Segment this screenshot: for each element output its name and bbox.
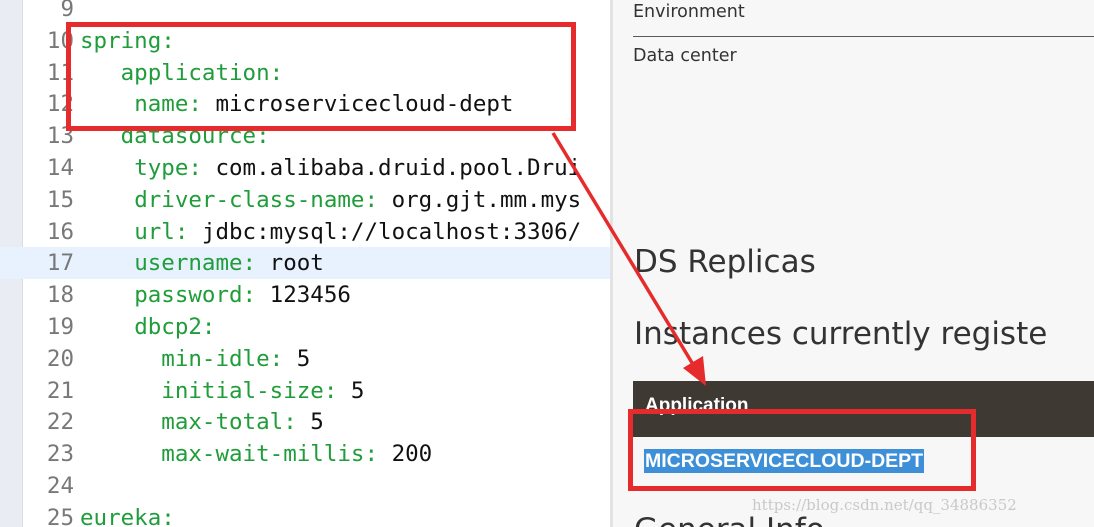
instances-heading: Instances currently registe	[634, 316, 1048, 352]
general-info-heading: General Info	[634, 512, 825, 527]
yaml-key: username:	[134, 250, 257, 277]
code-text: driver-class-name: org.gjt.mm.mys	[80, 184, 581, 216]
yaml-key: type:	[134, 155, 202, 181]
line-number: 24	[46, 473, 74, 499]
yaml-key: initial-size:	[161, 377, 338, 404]
yaml-value: com.alibaba.druid.pool.Drui	[201, 155, 582, 181]
line-number: 16	[46, 218, 74, 245]
line-number: 14	[46, 155, 74, 181]
code-text: eureka:	[80, 502, 175, 527]
line-number: 19	[46, 314, 74, 340]
code-line-24[interactable]: 24	[0, 470, 610, 502]
yaml-value: 5	[296, 409, 324, 436]
code-text: username: root	[80, 247, 324, 279]
yaml-key: dbcp2:	[134, 314, 216, 340]
line-number: 12	[46, 91, 74, 118]
yaml-key: driver-class-name:	[134, 186, 379, 213]
line-number: 21	[46, 377, 74, 404]
yaml-value: 5	[337, 377, 365, 404]
line-number: 18	[46, 282, 74, 309]
line-number: 13	[46, 123, 74, 150]
code-text: url: jdbc:mysql://localhost:3306/	[80, 216, 581, 248]
code-line-16[interactable]: 16 url: jdbc:mysql://localhost:3306/	[0, 216, 610, 248]
line-number: 20	[46, 345, 74, 372]
code-text: min-idle: 5	[80, 343, 310, 375]
yaml-key: url:	[134, 218, 189, 245]
code-text: type: com.alibaba.druid.pool.Drui	[80, 152, 581, 184]
ds-replicas-heading: DS Replicas	[634, 244, 816, 280]
yaml-value: 123456	[256, 282, 351, 309]
line-number: 23	[46, 441, 74, 468]
code-line-20[interactable]: 20 min-idle: 5	[0, 343, 610, 375]
yaml-value: root	[256, 250, 324, 277]
yaml-key: eureka:	[80, 504, 175, 527]
code-line-21[interactable]: 21 initial-size: 5	[0, 375, 610, 407]
line-number: 11	[46, 59, 74, 86]
code-text: max-wait-millis: 200	[80, 438, 432, 470]
code-text: initial-size: 5	[80, 375, 364, 407]
yaml-value: org.gjt.mm.mys	[378, 186, 582, 213]
line-number: 25	[46, 504, 74, 527]
line-number: 15	[46, 186, 74, 213]
code-line-17[interactable]: 17 username: root	[0, 247, 610, 280]
info-divider	[633, 36, 1094, 37]
annotation-box-application	[628, 409, 976, 491]
code-line-19[interactable]: 19 dbcp2:	[0, 311, 610, 343]
code-line-18[interactable]: 18 password: 123456	[0, 279, 610, 311]
code-text: dbcp2:	[80, 311, 215, 343]
code-line-14[interactable]: 14 type: com.alibaba.druid.pool.Drui	[0, 152, 610, 184]
yaml-key: min-idle:	[161, 345, 284, 372]
code-line-15[interactable]: 15 driver-class-name: org.gjt.mm.mys	[0, 184, 610, 216]
code-line-23[interactable]: 23 max-wait-millis: 200	[0, 438, 610, 470]
yaml-value: 200	[378, 441, 433, 468]
yaml-key: max-total:	[161, 409, 297, 436]
annotation-box-spring-name	[66, 22, 576, 131]
line-number: 9	[60, 0, 74, 22]
yaml-value: 5	[283, 345, 311, 372]
code-text: password: 123456	[80, 279, 351, 311]
line-number: 17	[46, 250, 74, 277]
watermark: https://blog.csdn.net/qq_34886352	[752, 496, 1017, 514]
code-line-25[interactable]: 25 eureka:	[0, 502, 610, 527]
yaml-value: jdbc:mysql://localhost:3306/	[188, 218, 582, 245]
info-row-data-center: Data center	[633, 46, 737, 66]
line-number: 10	[46, 27, 74, 54]
code-line-22[interactable]: 22 max-total: 5	[0, 406, 610, 438]
line-number: 22	[46, 409, 74, 436]
yaml-key: max-wait-millis:	[161, 441, 379, 468]
yaml-key: password:	[134, 282, 257, 309]
code-text: max-total: 5	[80, 406, 324, 438]
info-row-environment: Environment	[633, 2, 745, 22]
